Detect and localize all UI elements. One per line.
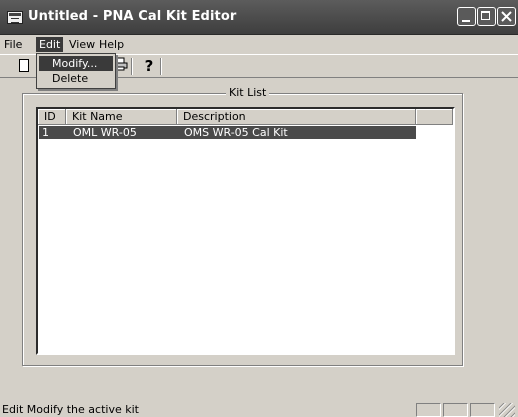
menu-file[interactable]: File	[1, 37, 25, 52]
column-header-kit-name[interactable]: Kit Name	[66, 109, 177, 125]
column-header-id[interactable]: ID	[38, 109, 66, 125]
close-button[interactable]	[497, 7, 516, 26]
new-document-icon	[19, 59, 29, 72]
close-icon	[501, 11, 512, 22]
status-pane	[470, 403, 495, 417]
resize-grip[interactable]	[499, 403, 515, 417]
kit-list-group-label: Kit List	[226, 87, 270, 99]
list-row[interactable]: 1 OML WR-05 OMS WR-05 Cal Kit	[39, 126, 416, 139]
menu-item-modify[interactable]: Modify...	[39, 56, 113, 71]
toolbar-separator	[160, 58, 162, 75]
minimize-button[interactable]	[457, 7, 476, 26]
row-description: OMS WR-05 Cal Kit	[184, 126, 288, 139]
row-id: 1	[42, 126, 49, 139]
app-icon[interactable]	[7, 11, 23, 24]
status-bar: Edit Modify the active kit	[0, 401, 518, 417]
toolbar-separator	[131, 58, 133, 75]
edit-dropdown-menu: Modify... Delete	[36, 53, 116, 89]
menu-item-delete[interactable]: Delete	[39, 71, 113, 86]
kit-list-view[interactable]: ID Kit Name Description 1 OML WR-05 OMS …	[36, 107, 455, 355]
window-title: Untitled - PNA Cal Kit Editor	[28, 9, 237, 24]
menu-view[interactable]: View	[66, 37, 98, 52]
menu-help[interactable]: Help	[96, 37, 127, 52]
status-pane	[443, 403, 468, 417]
maximize-button[interactable]	[477, 7, 496, 26]
column-header-description[interactable]: Description	[177, 109, 416, 125]
row-kit-name: OML WR-05	[73, 126, 137, 139]
status-pane	[416, 403, 441, 417]
menu-edit[interactable]: Edit	[36, 37, 64, 52]
menu-bar: File Edit View Help	[0, 35, 518, 53]
help-button[interactable]: ?	[139, 57, 159, 75]
status-text: Edit Modify the active kit	[2, 403, 139, 416]
new-button[interactable]	[16, 57, 36, 75]
title-bar[interactable]: Untitled - PNA Cal Kit Editor	[0, 0, 518, 35]
column-header-empty[interactable]	[416, 109, 453, 125]
app-window: Untitled - PNA Cal Kit Editor File Edit …	[0, 0, 518, 417]
list-header: ID Kit Name Description	[38, 109, 453, 125]
